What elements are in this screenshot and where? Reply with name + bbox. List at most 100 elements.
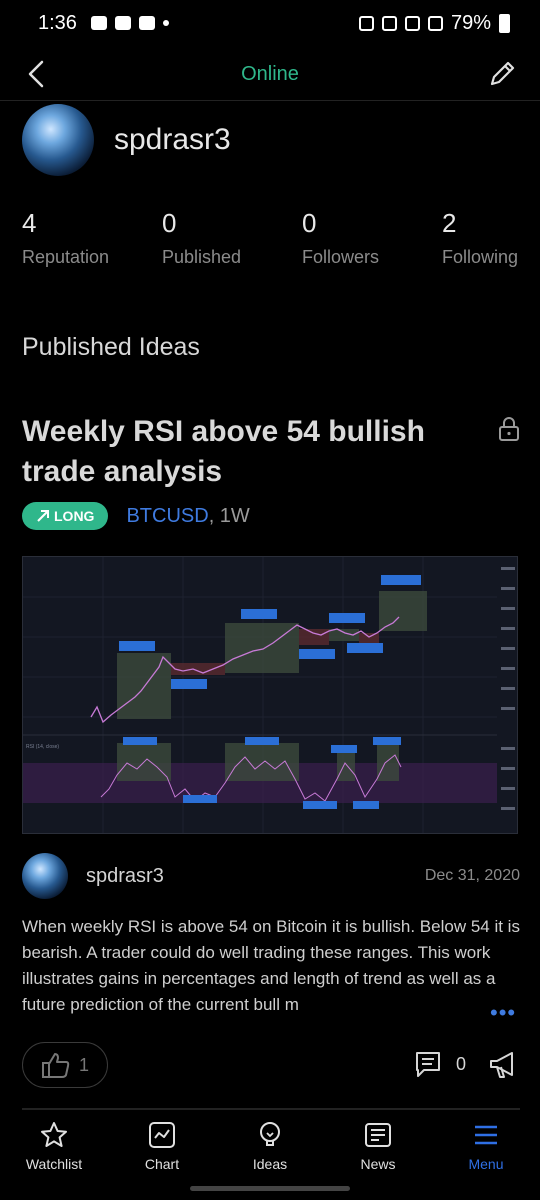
chart-annotation	[241, 609, 277, 619]
idea-meta: LONG BTCUSD , 1W	[22, 502, 250, 530]
arrow-up-right-icon	[37, 510, 49, 522]
chart-icon	[149, 1122, 175, 1148]
stat-reputation: 4 Reputation	[22, 208, 142, 268]
chart-annotation	[329, 613, 365, 623]
star-icon	[41, 1122, 67, 1147]
idea-author-row: spdrasr3 Dec 31, 2020	[22, 852, 520, 900]
section-title: Published Ideas	[22, 333, 200, 361]
wifi-icon	[404, 15, 420, 31]
twitch-icon	[138, 16, 155, 30]
nav-menu[interactable]: Menu	[436, 1112, 536, 1182]
like-button[interactable]: 1	[22, 1042, 108, 1088]
comment-count: 0	[455, 1053, 466, 1074]
battery-icon	[499, 13, 510, 33]
comments-button[interactable]: 0	[414, 1050, 466, 1078]
lightbulb-icon	[260, 1122, 280, 1146]
idea-title[interactable]: Weekly RSI above 54 bullish trade analys…	[22, 412, 472, 492]
battery-percent: 79%	[450, 11, 491, 34]
notification-icons	[90, 16, 169, 30]
nav-news[interactable]: News	[328, 1112, 428, 1182]
bull-zone	[379, 591, 427, 631]
chart-annotation	[353, 801, 379, 809]
author-name[interactable]: spdrasr3	[86, 865, 164, 888]
chart-annotation	[299, 649, 335, 659]
stat-value: 0	[162, 208, 177, 238]
read-more-icon[interactable]: •••	[488, 1000, 517, 1026]
nav-chart[interactable]: Chart	[112, 1112, 212, 1182]
chart-annotation	[347, 643, 383, 653]
bull-zone	[225, 623, 299, 673]
signal-icon	[427, 15, 443, 31]
bear-zone	[359, 633, 379, 643]
price-axis	[497, 557, 517, 833]
yelp-icon	[114, 16, 131, 30]
status-time: 1:36	[38, 11, 77, 34]
back-arrow-icon[interactable]	[22, 56, 54, 92]
like-count: 1	[78, 1054, 89, 1075]
system-icons: 79%	[358, 11, 510, 35]
bottom-nav: Watchlist Chart Ideas News Menu	[0, 1112, 540, 1182]
chart-annotation	[183, 795, 217, 803]
lock-icon	[499, 417, 519, 441]
badge-label: LONG	[54, 508, 95, 524]
idea-description: When weekly RSI is above 54 on Bitcoin i…	[22, 917, 520, 1014]
rsi-bull-zone	[377, 743, 399, 781]
chart-annotation	[381, 575, 421, 585]
bear-zone	[299, 629, 329, 645]
stat-label: Published	[162, 247, 242, 267]
top-bar: Online	[0, 48, 540, 100]
nav-ideas[interactable]: Ideas	[220, 1112, 320, 1182]
symbol-link[interactable]: BTCUSD	[126, 505, 208, 528]
nav-label: News	[360, 1156, 396, 1172]
chart-annotation	[123, 737, 157, 745]
comment-icon	[415, 1052, 440, 1077]
edit-pencil-icon[interactable]	[486, 56, 518, 92]
rsi-bull-zone	[225, 743, 299, 781]
chart-annotation	[303, 801, 337, 809]
nav-label: Menu	[468, 1156, 504, 1172]
stat-label: Followers	[302, 247, 380, 267]
nav-watchlist[interactable]: Watchlist	[4, 1112, 104, 1182]
idea-actions: 1 0	[22, 1042, 520, 1088]
chart-thumbnail[interactable]: RSI (14, close)	[22, 556, 518, 834]
stat-value: 2	[442, 208, 457, 238]
publish-date: Dec 31, 2020	[424, 867, 520, 884]
nav-label: Chart	[144, 1156, 180, 1172]
author-avatar[interactable]	[22, 853, 68, 899]
mute-icon	[381, 15, 397, 31]
status-bar: 1:36 79%	[0, 0, 540, 46]
stat-value: 0	[302, 208, 317, 238]
chart-annotation	[119, 641, 155, 651]
more-notifications-icon	[162, 20, 169, 26]
rsi-bull-zone	[337, 753, 355, 781]
card-divider	[22, 1108, 520, 1110]
header-divider	[0, 100, 540, 101]
stat-published[interactable]: 0 Published	[162, 208, 282, 268]
stat-following[interactable]: 2 Following	[442, 208, 522, 268]
news-icon	[365, 1123, 391, 1147]
stat-value: 4	[22, 208, 37, 238]
online-status: Online	[241, 62, 299, 85]
menu-icon	[475, 1125, 497, 1145]
thumbs-up-icon	[41, 1053, 70, 1078]
rsi-label: RSI (14, close)	[26, 744, 59, 750]
chart-annotation	[373, 737, 401, 745]
chart-thumbnail-svg: RSI (14, close)	[23, 557, 517, 833]
stat-followers[interactable]: 0 Followers	[302, 208, 422, 268]
stat-label: Reputation	[22, 247, 110, 267]
stat-label: Following	[442, 247, 519, 267]
long-badge: LONG	[22, 502, 109, 530]
message-icon	[90, 16, 107, 30]
chart-annotation	[331, 745, 357, 753]
home-indicator[interactable]	[190, 1186, 350, 1191]
nav-label: Ideas	[252, 1156, 288, 1172]
chart-annotation	[171, 679, 207, 689]
bull-zone	[329, 629, 359, 641]
megaphone-share-icon[interactable]	[488, 1050, 520, 1080]
bear-zone	[171, 663, 225, 675]
profile-stats: 4 Reputation 0 Published 0 Followers 2 F…	[22, 208, 522, 268]
interval-label: , 1W	[208, 504, 250, 527]
chart-annotation	[245, 737, 279, 745]
username: spdrasr3	[114, 123, 231, 156]
avatar[interactable]	[22, 104, 94, 176]
